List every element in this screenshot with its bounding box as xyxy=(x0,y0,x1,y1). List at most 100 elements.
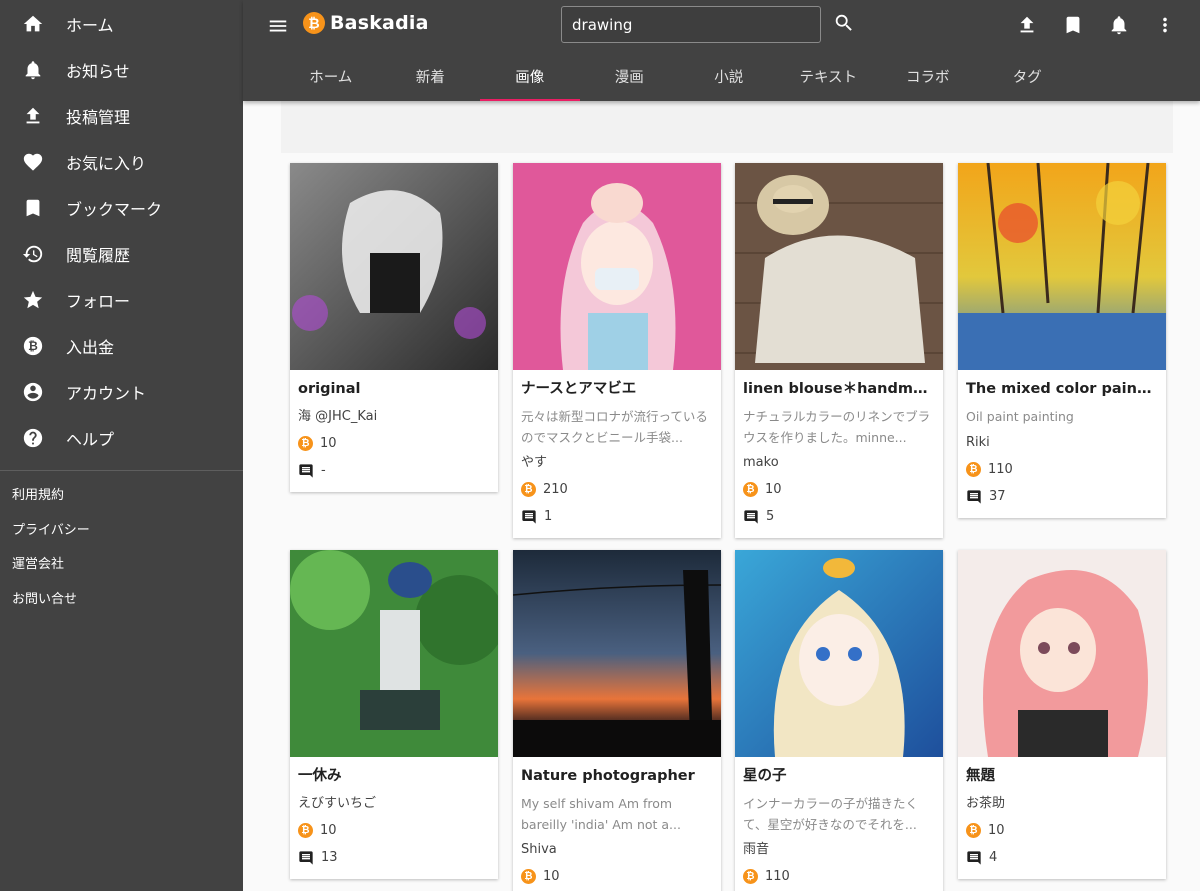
comments-value: 1 xyxy=(544,509,553,524)
comment-icon xyxy=(967,850,981,865)
sidebar-item-wallet[interactable]: ₿ 入出金 xyxy=(0,323,243,369)
upload-button[interactable] xyxy=(1004,12,1050,38)
tab-novel[interactable]: 小説 xyxy=(679,52,779,101)
post-card[interactable]: Nature photographer My self shivam Am fr… xyxy=(513,550,721,891)
sidebar-nav: ホーム お知らせ 投稿管理 お気に入り ブックマーク 閲覧履歴 フォロー ₿ 入 xyxy=(0,0,243,461)
post-card[interactable]: The mixed color painting Oil paint paint… xyxy=(958,163,1166,518)
tab-home[interactable]: ホーム xyxy=(281,52,381,101)
tab-collab[interactable]: コラボ xyxy=(878,52,978,101)
post-card[interactable]: 星の子 インナーカラーの子が描きたくて、星空が好きなのでそれを... 雨音 ₿ 1… xyxy=(735,550,943,891)
price-stat: ₿ 110 xyxy=(966,456,1158,483)
search-button[interactable] xyxy=(833,12,857,36)
search-icon xyxy=(835,14,852,31)
comments-stat: - xyxy=(298,457,490,484)
main-content: original 海 @JHC_Kai ₿ 10 - ナースとアマビエ 元々は新型… xyxy=(243,101,1200,891)
post-thumbnail xyxy=(290,550,498,757)
post-thumbnail xyxy=(958,550,1166,757)
terms-link[interactable]: 利用規約 xyxy=(0,479,243,514)
sidebar-item-posts[interactable]: 投稿管理 xyxy=(0,93,243,139)
sidebar-item-home[interactable]: ホーム xyxy=(0,1,243,47)
company-link[interactable]: 運営会社 xyxy=(0,548,243,583)
bitcoin-icon: ₿ xyxy=(521,869,536,884)
bitcoin-icon: ₿ xyxy=(966,823,981,838)
upload-icon xyxy=(1020,16,1034,33)
bitcoin-icon: ₿ xyxy=(743,869,758,884)
post-title: linen blouse＊handmade xyxy=(743,381,935,397)
sidebar-item-help[interactable]: ヘルプ xyxy=(0,415,243,461)
sidebar-item-account[interactable]: アカウント xyxy=(0,369,243,415)
sidebar-item-label: ブックマーク xyxy=(66,200,163,219)
tab-images[interactable]: 画像 xyxy=(480,52,580,101)
account-icon xyxy=(0,381,66,403)
post-author: えびすいちご xyxy=(298,796,377,811)
comment-icon xyxy=(744,509,758,524)
sidebar-item-follow[interactable]: フォロー xyxy=(0,277,243,323)
tab-new[interactable]: 新着 xyxy=(381,52,481,101)
post-card[interactable]: original 海 @JHC_Kai ₿ 10 - xyxy=(290,163,498,492)
post-card[interactable]: linen blouse＊handmade ナチュラルカラーのリネンでブラウスを… xyxy=(735,163,943,538)
price-stat: ₿ 10 xyxy=(966,817,1158,844)
price-value: 10 xyxy=(320,823,337,838)
bookmark-icon xyxy=(1066,16,1080,34)
bitcoin-icon: ₿ xyxy=(298,823,313,838)
sidebar-item-history[interactable]: 閲覧履歴 xyxy=(0,231,243,277)
sidebar-item-notifications[interactable]: お知らせ xyxy=(0,47,243,93)
post-author: お茶助 xyxy=(966,796,1006,811)
comments-value: - xyxy=(321,463,326,478)
price-value: 210 xyxy=(543,482,568,497)
banner-area xyxy=(281,101,1173,153)
post-thumbnail xyxy=(958,163,1166,370)
price-value: 10 xyxy=(765,482,782,497)
post-author: 雨音 xyxy=(743,842,770,857)
home-icon xyxy=(0,13,66,35)
post-thumbnail xyxy=(513,163,721,370)
tab-tags[interactable]: タグ xyxy=(978,52,1078,101)
sidebar-item-label: お気に入り xyxy=(66,154,147,173)
star-icon xyxy=(0,289,66,311)
sidebar-item-bookmarks[interactable]: ブックマーク xyxy=(0,185,243,231)
price-value: 10 xyxy=(320,436,337,451)
sidebar-item-favorites[interactable]: お気に入り xyxy=(0,139,243,185)
price-stat: ₿ 10 xyxy=(298,817,490,844)
bookmark-icon xyxy=(0,197,66,219)
post-thumbnail xyxy=(735,550,943,757)
comments-stat: 13 xyxy=(298,844,490,871)
comments-stat: 1 xyxy=(521,503,713,530)
comments-value: 13 xyxy=(321,850,338,865)
comments-stat: 4 xyxy=(966,844,1158,871)
hamburger-icon xyxy=(269,20,287,32)
upload-icon xyxy=(0,105,66,127)
notifications-button[interactable] xyxy=(1096,12,1142,38)
sidebar-item-label: お知らせ xyxy=(66,62,130,81)
post-author: mako xyxy=(743,455,779,470)
comments-stat: 37 xyxy=(966,483,1158,510)
tab-text[interactable]: テキスト xyxy=(779,52,879,101)
post-title: ナースとアマビエ xyxy=(521,381,637,397)
post-description: インナーカラーの子が描きたくて、星空が好きなのでそれを... xyxy=(743,796,919,832)
price-stat: ₿ 10 xyxy=(298,430,490,457)
post-card[interactable]: 無題 お茶助 ₿ 10 4 xyxy=(958,550,1166,879)
post-title: The mixed color painting xyxy=(966,381,1158,397)
bookmark-button[interactable] xyxy=(1050,12,1096,38)
comments-stat: 5 xyxy=(743,503,935,530)
menu-button[interactable] xyxy=(265,13,291,39)
post-title: Nature photographer xyxy=(521,768,695,784)
post-author: やす xyxy=(521,455,548,470)
post-card[interactable]: 一休み えびすいちご ₿ 10 13 xyxy=(290,550,498,879)
svg-text:₿: ₿ xyxy=(28,339,38,353)
tab-manga[interactable]: 漫画 xyxy=(580,52,680,101)
brand-logo[interactable]: ₿ Baskadia xyxy=(303,12,429,34)
heart-icon xyxy=(0,151,66,173)
contact-link[interactable]: お問い合せ xyxy=(0,583,243,618)
more-button[interactable] xyxy=(1142,12,1188,38)
app-bar: ₿ Baskadia ホーム 新着 画像 漫画 小説 テキスト コラボ タグ xyxy=(243,0,1200,101)
sidebar-item-label: フォロー xyxy=(66,292,131,311)
post-description: 元々は新型コロナが流行っているのでマスクとビニール手袋... xyxy=(521,409,708,445)
privacy-link[interactable]: プライバシー xyxy=(0,514,243,549)
comments-value: 4 xyxy=(989,850,998,865)
bell-icon xyxy=(0,59,66,81)
price-value: 110 xyxy=(765,869,790,884)
bell-icon xyxy=(1111,16,1127,35)
post-card[interactable]: ナースとアマビエ 元々は新型コロナが流行っているのでマスクとビニール手袋... … xyxy=(513,163,721,538)
search-input[interactable] xyxy=(561,6,821,43)
